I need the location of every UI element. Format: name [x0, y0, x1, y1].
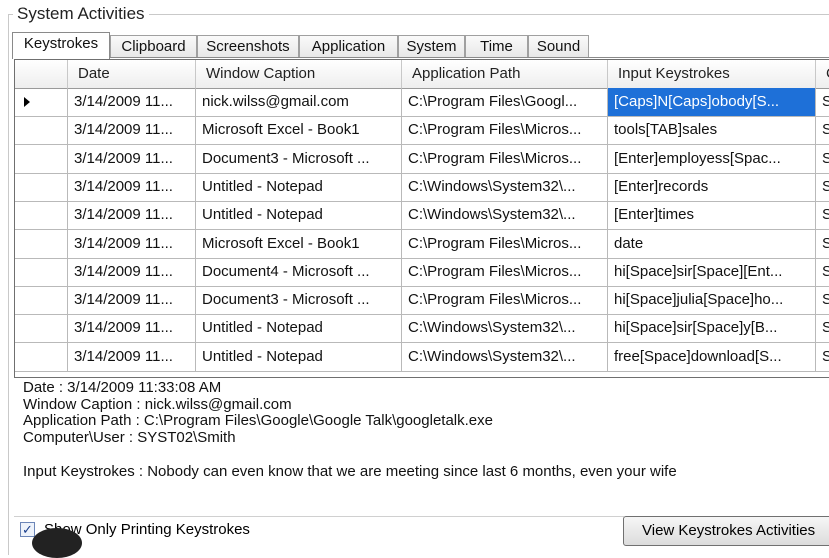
- cell-window-caption[interactable]: Microsoft Excel - Book1: [196, 229, 402, 258]
- table-row[interactable]: 3/14/2009 11... Document3 - Microsoft ...…: [15, 144, 829, 174]
- column-header-date[interactable]: Date: [68, 60, 196, 88]
- group-title: System Activities: [13, 4, 149, 24]
- table-row[interactable]: 3/14/2009 11... Document4 - Microsoft ...…: [15, 257, 829, 287]
- table-row[interactable]: 3/14/2009 11... nick.wilss@gmail.com C:\Pr…: [15, 88, 829, 117]
- cell-date[interactable]: 3/14/2009 11...: [68, 116, 196, 145]
- cell-window-caption[interactable]: Microsoft Excel - Book1: [196, 116, 402, 145]
- cell-computer[interactable]: S: [816, 201, 829, 229]
- cell-computer[interactable]: S: [816, 88, 829, 116]
- view-keystrokes-activities-button[interactable]: View Keystrokes Activities: [623, 516, 829, 546]
- cell-date[interactable]: 3/14/2009 11...: [68, 342, 196, 371]
- table-row[interactable]: 3/14/2009 11... Document3 - Microsoft ...…: [15, 286, 829, 316]
- column-header-computer[interactable]: C: [816, 60, 829, 88]
- cursor-shadow: [32, 528, 82, 558]
- table-row[interactable]: 3/14/2009 11... Microsoft Excel - Book1 C:…: [15, 229, 829, 259]
- cell-application-path[interactable]: C:\Windows\System32\...: [402, 201, 608, 230]
- cell-computer[interactable]: S: [816, 314, 829, 342]
- cell-window-caption[interactable]: Untitled - Notepad: [196, 201, 402, 230]
- cell-application-path[interactable]: C:\Program Files\Googl...: [402, 88, 608, 116]
- cell-input-keystrokes[interactable]: free[Space]download[S...: [608, 342, 816, 371]
- cell-input-keystrokes[interactable]: hi[Space]julia[Space]ho...: [608, 286, 816, 315]
- column-header-application-path[interactable]: Application Path: [402, 60, 608, 88]
- cell-application-path[interactable]: C:\Program Files\Micros...: [402, 116, 608, 145]
- row-indicator-cell[interactable]: [15, 257, 68, 286]
- cell-window-caption[interactable]: Untitled - Notepad: [196, 314, 402, 343]
- row-indicator-cell[interactable]: [15, 172, 68, 201]
- detail-date: Date : 3/14/2009 11:33:08 AM: [23, 379, 222, 396]
- cell-input-keystrokes[interactable]: date: [608, 229, 816, 258]
- cell-window-caption[interactable]: Untitled - Notepad: [196, 172, 402, 201]
- cell-window-caption[interactable]: nick.wilss@gmail.com: [196, 88, 402, 116]
- bottom-divider: [14, 516, 624, 517]
- cell-computer[interactable]: S: [816, 286, 829, 314]
- detail-window-caption: Window Caption : nick.wilss@gmail.com: [23, 395, 292, 413]
- cell-window-caption[interactable]: Untitled - Notepad: [196, 342, 402, 371]
- cell-window-caption[interactable]: Document4 - Microsoft ...: [196, 257, 402, 286]
- table-row[interactable]: 3/14/2009 11... Untitled - Notepad C:\Wind…: [15, 314, 829, 344]
- row-indicator-cell[interactable]: [15, 201, 68, 230]
- cell-application-path[interactable]: C:\Windows\System32\...: [402, 314, 608, 343]
- cell-date[interactable]: 3/14/2009 11...: [68, 286, 196, 315]
- details-panel: Date : 3/14/2009 11:33:08 AM Window Capt…: [23, 379, 677, 481]
- cell-date[interactable]: 3/14/2009 11...: [68, 257, 196, 286]
- table-row[interactable]: 3/14/2009 11... Untitled - Notepad C:\Wind…: [15, 201, 829, 231]
- grid-header: Date Window Caption Application Path Inp…: [15, 60, 829, 89]
- cell-input-keystrokes[interactable]: [Enter]times: [608, 201, 816, 230]
- cell-application-path[interactable]: C:\Program Files\Micros...: [402, 144, 608, 173]
- tab-sound[interactable]: Sound: [528, 35, 589, 57]
- table-row[interactable]: 3/14/2009 11... Untitled - Notepad C:\Wind…: [15, 342, 829, 372]
- cell-input-keystrokes[interactable]: [Caps]N[Caps]obody[S...: [608, 88, 816, 116]
- cell-application-path[interactable]: C:\Program Files\Micros...: [402, 257, 608, 286]
- row-indicator-cell[interactable]: [15, 229, 68, 258]
- row-indicator-header: [15, 60, 68, 88]
- detail-computer-user: Computer\User : SYST02\Smith: [23, 428, 236, 446]
- detail-input-keystrokes: Input Keystrokes : Nobody can even know …: [23, 463, 677, 480]
- cell-application-path[interactable]: C:\Windows\System32\...: [402, 172, 608, 201]
- tab-screenshots[interactable]: Screenshots: [197, 35, 299, 57]
- cell-window-caption[interactable]: Document3 - Microsoft ...: [196, 144, 402, 173]
- cell-application-path[interactable]: C:\Windows\System32\...: [402, 342, 608, 371]
- tab-panel-border: [12, 57, 829, 58]
- tab-application[interactable]: Application: [299, 35, 398, 57]
- column-header-input-keystrokes[interactable]: Input Keystrokes: [608, 60, 816, 88]
- row-indicator-cell[interactable]: [15, 314, 68, 343]
- keystrokes-grid[interactable]: Date Window Caption Application Path Inp…: [14, 59, 829, 378]
- cell-input-keystrokes[interactable]: [Enter]records: [608, 172, 816, 201]
- show-printing-keystrokes-checkbox[interactable]: ✓: [20, 522, 35, 537]
- detail-application-path: Application Path : C:\Program Files\Goog…: [23, 412, 493, 429]
- cell-application-path[interactable]: C:\Program Files\Micros...: [402, 286, 608, 315]
- column-header-window-caption[interactable]: Window Caption: [196, 60, 402, 88]
- tab-time[interactable]: Time: [465, 35, 528, 57]
- tab-keystrokes[interactable]: Keystrokes: [12, 32, 110, 59]
- table-row[interactable]: 3/14/2009 11... Untitled - Notepad C:\Wind…: [15, 172, 829, 202]
- row-indicator-cell[interactable]: [15, 144, 68, 173]
- row-indicator-cell[interactable]: [15, 88, 68, 116]
- cell-computer[interactable]: S: [816, 258, 829, 286]
- cell-computer[interactable]: S: [816, 230, 829, 258]
- cell-input-keystrokes[interactable]: tools[TAB]sales: [608, 116, 816, 145]
- tab-clipboard[interactable]: Clipboard: [110, 35, 197, 57]
- cell-date[interactable]: 3/14/2009 11...: [68, 201, 196, 230]
- cell-date[interactable]: 3/14/2009 11...: [68, 144, 196, 173]
- cell-window-caption[interactable]: Document3 - Microsoft ...: [196, 286, 402, 315]
- detail-spacer: [23, 446, 677, 464]
- cell-input-keystrokes[interactable]: [Enter]employess[Spac...: [608, 144, 816, 173]
- cell-computer[interactable]: S: [816, 145, 829, 173]
- cell-date[interactable]: 3/14/2009 11...: [68, 229, 196, 258]
- cell-computer[interactable]: S: [816, 173, 829, 201]
- current-row-arrow-icon: [24, 97, 30, 107]
- row-indicator-cell[interactable]: [15, 116, 68, 145]
- cell-computer[interactable]: S: [816, 343, 829, 371]
- cell-date[interactable]: 3/14/2009 11...: [68, 314, 196, 343]
- cell-computer[interactable]: S: [816, 116, 829, 144]
- row-indicator-cell[interactable]: [15, 342, 68, 371]
- table-row[interactable]: 3/14/2009 11... Microsoft Excel - Book1 C:…: [15, 116, 829, 146]
- tab-system[interactable]: System: [398, 35, 465, 57]
- cell-input-keystrokes[interactable]: hi[Space]sir[Space]y[B...: [608, 314, 816, 343]
- cell-date[interactable]: 3/14/2009 11...: [68, 88, 196, 116]
- cell-application-path[interactable]: C:\Program Files\Micros...: [402, 229, 608, 258]
- row-indicator-cell[interactable]: [15, 286, 68, 315]
- cell-input-keystrokes[interactable]: hi[Space]sir[Space][Ent...: [608, 257, 816, 286]
- cell-date[interactable]: 3/14/2009 11...: [68, 172, 196, 201]
